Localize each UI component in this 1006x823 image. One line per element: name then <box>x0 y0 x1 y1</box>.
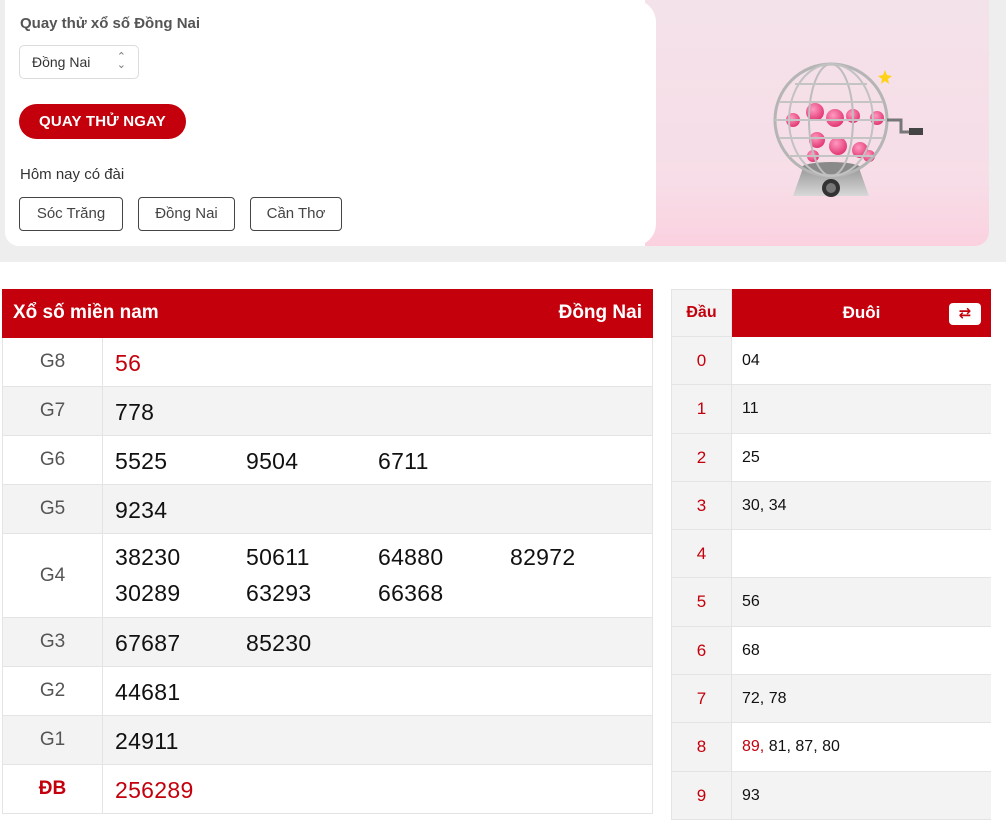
dau-duoi-table: Đầu Đuôi ⇄ 0 04 1 11 2 25 3 30, 34 4 5 56 6 68… <box>671 289 991 820</box>
prize-number: 778 <box>115 399 155 425</box>
swap-arrows-icon[interactable]: ⇄ <box>949 303 981 325</box>
results-province-link[interactable]: Đồng Nai <box>559 302 642 324</box>
prize-label: G8 <box>3 338 103 386</box>
dau-duoi-row: 9 93 <box>671 771 991 820</box>
quay-thu-card: Quay thử xổ số Đồng Nai Đồng Nai ⌃ ⌄ QUAY… <box>5 0 989 246</box>
prize-number-special: 256289 <box>115 777 194 803</box>
duoi-values: 68 <box>742 641 760 659</box>
dau-digit: 6 <box>671 626 732 675</box>
dau-digit: 3 <box>671 481 732 530</box>
prize-number: 56 <box>115 350 142 376</box>
dau-duoi-row: 1 11 <box>671 385 991 434</box>
prize-number: 44681 <box>115 679 181 705</box>
duoi-values: 25 <box>742 448 760 466</box>
quay-thu-title: Quay thử xổ số Đồng Nai <box>20 15 201 32</box>
prize-row-g4: G4 38230 50611 64880 82972 30289 63293 6… <box>2 534 653 618</box>
prize-number: 64880 <box>378 544 444 570</box>
prize-number: 38230 <box>115 544 181 570</box>
prize-row-g1: G1 24911 <box>2 716 653 765</box>
duoi-values: 56 <box>742 593 760 611</box>
dau-digit: 9 <box>671 771 732 819</box>
dau-digit: 5 <box>671 578 732 626</box>
prize-number: 24911 <box>115 728 179 754</box>
chevron-up-down-icon: ⌃ ⌄ <box>116 51 126 71</box>
prize-row-g3: G3 67687 85230 <box>2 618 653 667</box>
dau-duoi-row: 8 89, 81, 87, 80 <box>671 723 991 772</box>
prize-number: 9504 <box>246 448 299 474</box>
prize-number: 82972 <box>510 544 576 570</box>
prize-row-g7: G7 778 <box>2 387 653 436</box>
prize-label: G7 <box>3 387 103 435</box>
duoi-header-label: Đuôi <box>842 303 881 322</box>
prize-number: 63293 <box>246 580 312 606</box>
prize-label: G6 <box>3 436 103 484</box>
dau-digit: 0 <box>671 337 732 385</box>
results-header: Xổ số miền nam Đồng Nai <box>2 289 653 338</box>
province-select-value: Đồng Nai <box>32 54 91 70</box>
duoi-values: 72, 78 <box>742 690 787 708</box>
duoi-values: 89, 81, 87, 80 <box>742 738 840 756</box>
dau-duoi-row: 4 <box>671 530 991 579</box>
prize-label: G5 <box>3 485 103 533</box>
prize-label: G1 <box>3 716 103 764</box>
prize-label: G3 <box>3 618 103 666</box>
prize-number: 85230 <box>246 630 312 656</box>
lottery-cage-icon <box>773 62 923 197</box>
prize-label: G4 <box>3 534 103 617</box>
duoi-values: 04 <box>742 352 760 369</box>
results-table: Xổ số miền nam Đồng Nai G8 56 G7 778 G6 … <box>2 289 653 814</box>
prize-number: 6711 <box>378 448 429 474</box>
dau-digit: 1 <box>671 385 732 433</box>
spin-now-button[interactable]: QUAY THỬ NGAY <box>19 104 186 139</box>
dau-header: Đầu <box>671 289 732 337</box>
prize-number: 66368 <box>378 580 444 606</box>
results-region-title: Xổ số miền nam <box>13 302 159 323</box>
province-button-can-tho[interactable]: Cần Thơ <box>250 197 342 231</box>
duoi-header: Đuôi ⇄ <box>732 289 991 337</box>
lottery-illustration-panel <box>645 0 989 246</box>
prize-row-g5: G5 9234 <box>2 485 653 534</box>
prize-number: 5525 <box>115 448 168 474</box>
province-button-soc-trang[interactable]: Sóc Trăng <box>19 197 123 231</box>
duoi-values: 30, 34 <box>742 496 787 514</box>
dau-duoi-row: 5 56 <box>671 578 991 627</box>
duoi-special-highlight: 89, <box>742 738 765 756</box>
prize-number: 67687 <box>115 630 181 656</box>
prize-number: 9234 <box>115 497 168 523</box>
duoi-values: 11 <box>742 400 759 418</box>
dau-digit: 2 <box>671 433 732 481</box>
province-select[interactable]: Đồng Nai ⌃ ⌄ <box>19 45 139 79</box>
dau-duoi-row: 6 68 <box>671 626 991 676</box>
today-label: Hôm nay có đài <box>20 166 125 183</box>
dau-duoi-header: Đầu Đuôi ⇄ <box>671 289 991 337</box>
province-button-dong-nai[interactable]: Đồng Nai <box>138 197 235 231</box>
prize-row-g6: G6 5525 9504 6711 <box>2 436 653 485</box>
quay-thu-form: Quay thử xổ số Đồng Nai Đồng Nai ⌃ ⌄ QUAY… <box>5 0 656 246</box>
prize-number: 50611 <box>246 544 310 570</box>
prize-number: 30289 <box>115 580 181 606</box>
dau-duoi-row: 0 04 <box>671 337 991 386</box>
prize-row-g2: G2 44681 <box>2 667 653 716</box>
duoi-values-rest: 81, 87, 80 <box>768 738 840 756</box>
dau-duoi-row: 2 25 <box>671 433 991 482</box>
prize-row-special: ĐB 256289 <box>2 765 653 814</box>
dau-digit: 8 <box>671 723 732 771</box>
duoi-values: 93 <box>742 786 760 804</box>
dau-duoi-row: 3 30, 34 <box>671 481 991 531</box>
dau-digit: 4 <box>671 530 732 578</box>
dau-digit: 7 <box>671 675 732 723</box>
dau-duoi-row: 7 72, 78 <box>671 675 991 724</box>
prize-label: ĐB <box>3 765 103 813</box>
prize-label: G2 <box>3 667 103 715</box>
prize-row-g8: G8 56 <box>2 338 653 387</box>
